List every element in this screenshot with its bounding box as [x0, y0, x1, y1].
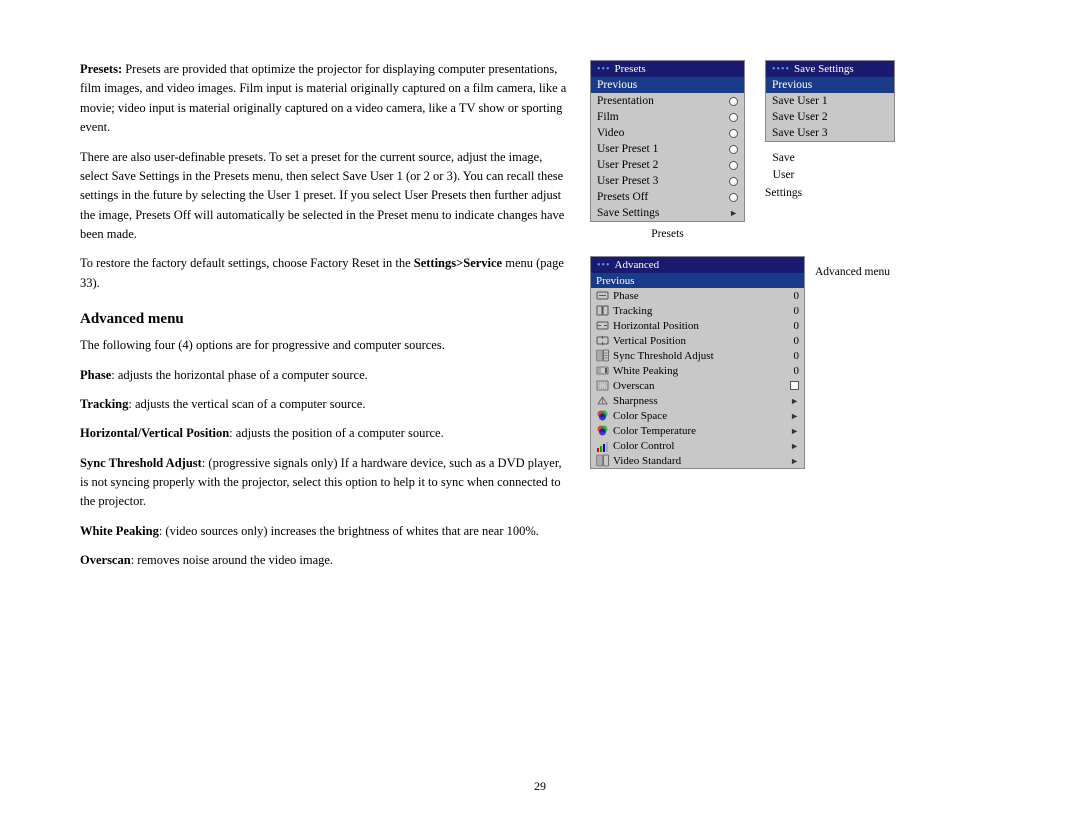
page-container: Presets: Presets are provided that optim… [0, 0, 1080, 834]
white-text: White Peaking: (video sources only) incr… [80, 522, 570, 541]
advanced-label-area: Advanced menu [815, 256, 890, 278]
colorspace-arrow: ► [790, 411, 799, 421]
bottom-menus-area: ••• Advanced Previous [590, 256, 950, 469]
colorctrl-arrow: ► [790, 441, 799, 451]
overscan-checkbox[interactable] [790, 381, 799, 390]
presets-label: Presets [590, 228, 745, 240]
factory-reset-text: To restore the factory default settings,… [80, 254, 570, 293]
white-peaking-icon [596, 364, 609, 377]
advanced-title-bar: ••• Advanced [591, 257, 804, 273]
save-settings-menu-box: •••• Save Settings Previous Save User 1 … [765, 60, 895, 142]
radio-presentation [729, 97, 738, 106]
tracking-text: Tracking: adjusts the vertical scan of a… [80, 395, 570, 414]
presets-para2-text: There are also user-definable presets. T… [80, 148, 570, 245]
presets-menu: ••• Presets Previous Presentation Film [590, 60, 745, 240]
colorspace-icon [596, 409, 609, 422]
adv-row-videostandard[interactable]: Video Standard ► [591, 453, 804, 468]
adv-row-sharpness[interactable]: Sharpness ► [591, 393, 804, 408]
save-settings-row-user1[interactable]: Save User 1 [766, 93, 894, 109]
adv-row-hpos[interactable]: Horizontal Position 0 [591, 318, 804, 333]
adv-row-colortemp[interactable]: Color Temperature ► [591, 423, 804, 438]
videostandard-arrow: ► [790, 456, 799, 466]
adv-row-colorspace[interactable]: Color Space ► [591, 408, 804, 423]
vpos-icon [596, 334, 609, 347]
phase-text: Phase: adjusts the horizontal phase of a… [80, 366, 570, 385]
presets-row-user2[interactable]: User Preset 2 [591, 157, 744, 173]
radio-off [729, 193, 738, 202]
advanced-menu-box: ••• Advanced Previous [590, 256, 805, 469]
advanced-menu-label: Advanced menu [815, 266, 890, 278]
sharpness-icon [596, 394, 609, 407]
presets-title-bar: ••• Presets [591, 61, 744, 77]
presets-title-text: Presets [615, 63, 646, 75]
radio-user1 [729, 145, 738, 154]
overscan-text: Overscan: removes noise around the video… [80, 551, 570, 570]
adv-row-sync[interactable]: Sync Threshold Adjust 0 [591, 348, 804, 363]
advanced-title-text: Advanced [615, 259, 660, 271]
presets-row-user1[interactable]: User Preset 1 [591, 141, 744, 157]
save-settings-title-bar: •••• Save Settings [766, 61, 894, 77]
radio-film [729, 113, 738, 122]
content-area: Presets: Presets are provided that optim… [80, 60, 1000, 581]
save-user-label: SaveUserSettings [765, 150, 802, 202]
presets-row-presentation[interactable]: Presentation [591, 93, 744, 109]
left-column: Presets: Presets are provided that optim… [80, 60, 570, 581]
page-number: 29 [534, 779, 546, 794]
adv-row-overscan[interactable]: Overscan [591, 378, 804, 393]
adv-row-vpos[interactable]: Vertical Position 0 [591, 333, 804, 348]
advanced-dots: ••• [597, 260, 611, 271]
tracking-icon [596, 304, 609, 317]
adv-row-white[interactable]: White Peaking 0 [591, 363, 804, 378]
presets-menu-box: ••• Presets Previous Presentation Film [590, 60, 745, 222]
presets-intro-text: Presets: Presets are provided that optim… [80, 60, 570, 138]
radio-user3 [729, 177, 738, 186]
adv-row-tracking[interactable]: Tracking 0 [591, 303, 804, 318]
advanced-menu: ••• Advanced Previous [590, 256, 805, 469]
save-settings-dots: •••• [772, 64, 790, 75]
adv-row-previous[interactable]: Previous [591, 273, 804, 288]
videostandard-icon [596, 454, 609, 467]
save-settings-area: •••• Save Settings Previous Save User 1 … [755, 60, 895, 202]
hpos-icon [596, 319, 609, 332]
presets-row-previous[interactable]: Previous [591, 77, 744, 93]
save-settings-row-user2[interactable]: Save User 2 [766, 109, 894, 125]
colorctrl-icon [596, 439, 609, 452]
phase-icon [596, 289, 609, 302]
adv-intro-text: The following four (4) options are for p… [80, 336, 570, 355]
right-column: ••• Presets Previous Presentation Film [590, 60, 950, 581]
colortemp-icon [596, 424, 609, 437]
arrow-savesettings: ► [729, 208, 738, 218]
colortemp-arrow: ► [790, 426, 799, 436]
overscan-icon [596, 379, 609, 392]
advanced-menu-heading: Advanced menu [80, 311, 570, 328]
top-menus-area: ••• Presets Previous Presentation Film [590, 60, 950, 240]
presets-row-savesettings[interactable]: Save Settings ► [591, 205, 744, 221]
horiz-text: Horizontal/Vertical Position: adjusts th… [80, 424, 570, 443]
sharpness-arrow: ► [790, 396, 799, 406]
presets-row-off[interactable]: Presets Off [591, 189, 744, 205]
adv-row-colorctrl[interactable]: Color Control ► [591, 438, 804, 453]
presets-row-video[interactable]: Video [591, 125, 744, 141]
sync-icon [596, 349, 609, 362]
presets-row-user3[interactable]: User Preset 3 [591, 173, 744, 189]
save-settings-row-previous[interactable]: Previous [766, 77, 894, 93]
radio-video [729, 129, 738, 138]
save-settings-row-user3[interactable]: Save User 3 [766, 125, 894, 141]
radio-user2 [729, 161, 738, 170]
presets-dots: ••• [597, 64, 611, 75]
save-settings-title-text: Save Settings [794, 63, 854, 75]
presets-row-film[interactable]: Film [591, 109, 744, 125]
adv-row-phase[interactable]: Phase 0 [591, 288, 804, 303]
sync-text: Sync Threshold Adjust: (progressive sign… [80, 454, 570, 512]
